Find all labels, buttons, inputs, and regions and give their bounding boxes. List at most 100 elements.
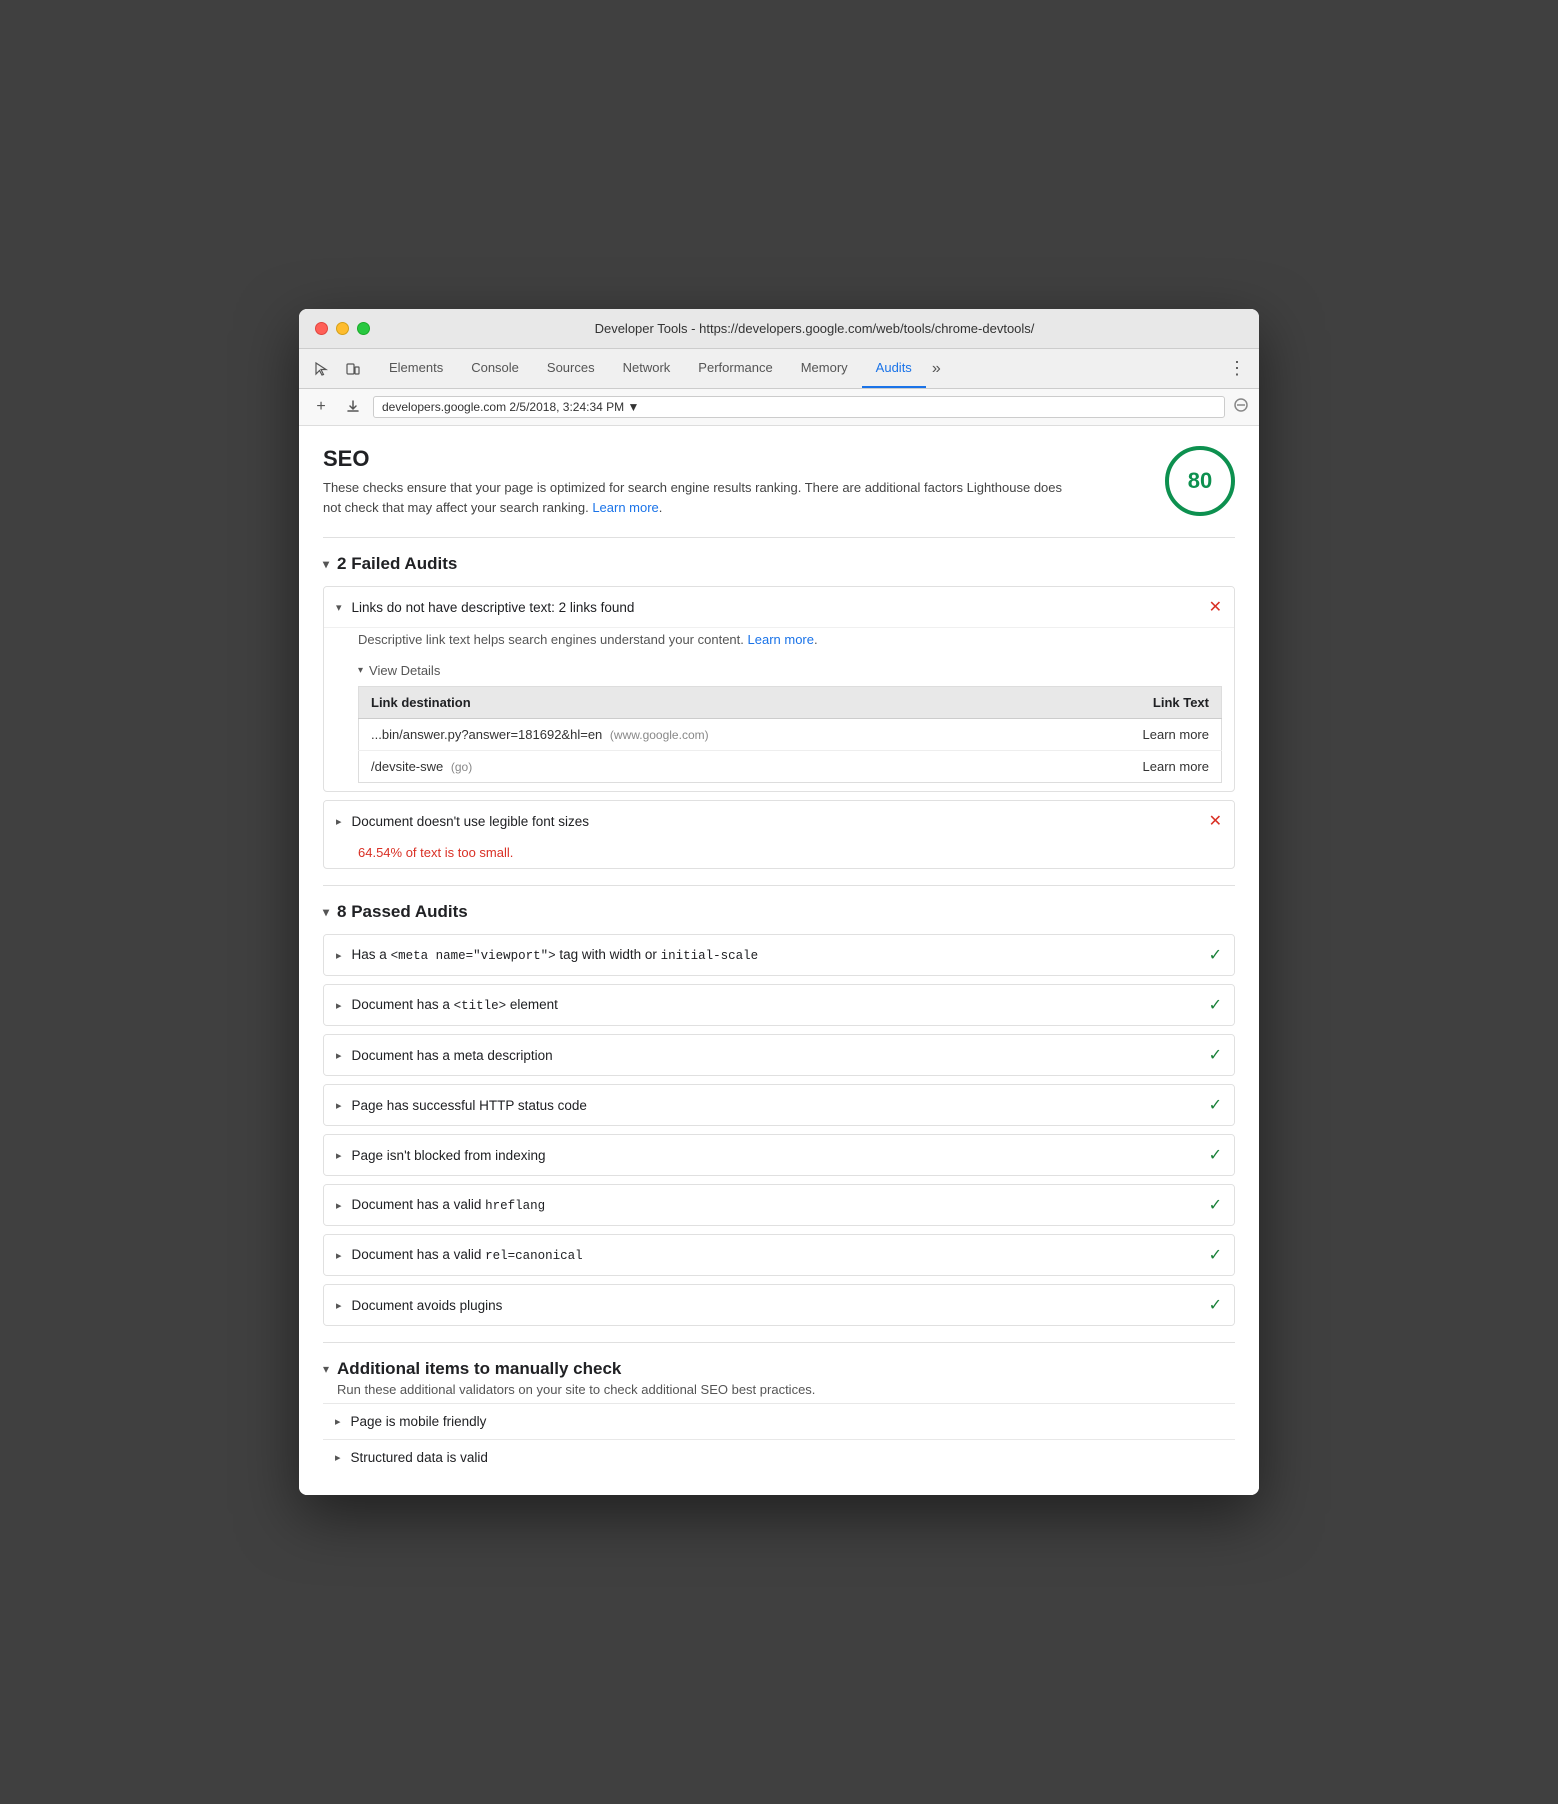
- audit-canonical-header[interactable]: ▸ Document has a valid rel=canonical ✓: [324, 1235, 1234, 1275]
- more-tabs-button[interactable]: »: [926, 360, 947, 378]
- new-audit-button[interactable]: +: [309, 395, 333, 419]
- audit-font-size-fail-icon: ✕: [1209, 811, 1222, 831]
- toolbar-icons: [307, 355, 367, 383]
- audit-item-canonical: ▸ Document has a valid rel=canonical ✓: [323, 1234, 1235, 1276]
- device-toggle-button[interactable]: [339, 355, 367, 383]
- audit-indexing-pass-icon: ✓: [1209, 1145, 1222, 1165]
- links-table: Link destination Link Text ...bin/answer…: [358, 686, 1222, 783]
- audit-plugins-title: Document avoids plugins: [352, 1298, 1209, 1313]
- audit-plugins-header[interactable]: ▸ Document avoids plugins ✓: [324, 1285, 1234, 1325]
- audit-http-status-title: Page has successful HTTP status code: [352, 1098, 1209, 1113]
- audit-indexing-header[interactable]: ▸ Page isn't blocked from indexing ✓: [324, 1135, 1234, 1175]
- no-symbol-icon: [1233, 397, 1249, 418]
- seo-score-value: 80: [1188, 468, 1212, 494]
- seo-info: SEO These checks ensure that your page i…: [323, 446, 1083, 517]
- audit-hreflang-pass-icon: ✓: [1209, 1195, 1222, 1215]
- divider-1: [323, 537, 1235, 538]
- device-icon: [345, 361, 361, 377]
- minimize-button[interactable]: [336, 322, 349, 335]
- seo-header: SEO These checks ensure that your page i…: [323, 446, 1235, 517]
- tab-elements[interactable]: Elements: [375, 349, 457, 388]
- address-field[interactable]: developers.google.com 2/5/2018, 3:24:34 …: [373, 396, 1225, 418]
- table-row: ...bin/answer.py?answer=181692&hl=en (ww…: [359, 719, 1222, 751]
- audit-http-status-chevron: ▸: [336, 1099, 342, 1112]
- mobile-friendly-chevron: ▸: [335, 1415, 341, 1428]
- audit-hreflang-header[interactable]: ▸ Document has a valid hreflang ✓: [324, 1185, 1234, 1225]
- audit-meta-desc-header[interactable]: ▸ Document has a meta description ✓: [324, 1035, 1234, 1075]
- failed-audits-heading: 2 Failed Audits: [337, 554, 457, 574]
- tab-sources[interactable]: Sources: [533, 349, 609, 388]
- passed-audits-header[interactable]: ▾ 8 Passed Audits: [323, 902, 1235, 922]
- cursor-icon-button[interactable]: [307, 355, 335, 383]
- additional-chevron: ▾: [323, 1362, 329, 1376]
- mobile-friendly-title: Page is mobile friendly: [351, 1414, 487, 1429]
- audit-viewport-header[interactable]: ▸ Has a <meta name="viewport"> tag with …: [324, 935, 1234, 975]
- failed-audits-header[interactable]: ▾ 2 Failed Audits: [323, 554, 1235, 574]
- audit-item-links-text: ▾ Links do not have descriptive text: 2 …: [323, 586, 1235, 792]
- audit-links-text-body: Descriptive link text helps search engin…: [324, 627, 1234, 659]
- additional-item-structured-data[interactable]: ▸ Structured data is valid: [323, 1439, 1235, 1475]
- table-col2-header: Link Text: [1048, 687, 1221, 719]
- devtools-window: Developer Tools - https://developers.goo…: [299, 309, 1259, 1495]
- audit-canonical-pass-icon: ✓: [1209, 1245, 1222, 1265]
- passed-audits-heading: 8 Passed Audits: [337, 902, 468, 922]
- audit-links-text-chevron: ▾: [336, 601, 342, 614]
- table-cell-dest-1: ...bin/answer.py?answer=181692&hl=en (ww…: [359, 719, 1049, 751]
- audit-meta-desc-pass-icon: ✓: [1209, 1045, 1222, 1065]
- passed-audits-chevron: ▾: [323, 905, 329, 919]
- audit-font-size-title: Document doesn't use legible font sizes: [352, 814, 1209, 829]
- table-col1-header: Link destination: [359, 687, 1049, 719]
- traffic-lights: [315, 322, 370, 335]
- download-icon: [345, 399, 361, 415]
- titlebar: Developer Tools - https://developers.goo…: [299, 309, 1259, 349]
- audit-title-title: Document has a <title> element: [352, 997, 1209, 1013]
- address-bar: + developers.google.com 2/5/2018, 3:24:3…: [299, 389, 1259, 426]
- audit-http-status-header[interactable]: ▸ Page has successful HTTP status code ✓: [324, 1085, 1234, 1125]
- audit-canonical-chevron: ▸: [336, 1249, 342, 1262]
- tab-memory[interactable]: Memory: [787, 349, 862, 388]
- audit-font-size-chevron: ▸: [336, 815, 342, 828]
- maximize-button[interactable]: [357, 322, 370, 335]
- tab-performance[interactable]: Performance: [684, 349, 786, 388]
- seo-title: SEO: [323, 446, 1083, 472]
- view-details-section: ▾ View Details Link destination Link Tex…: [324, 659, 1234, 791]
- audit-item-font-size-header[interactable]: ▸ Document doesn't use legible font size…: [324, 801, 1234, 841]
- audit-links-text-fail-icon: ✕: [1209, 597, 1222, 617]
- view-details-toggle[interactable]: ▾ View Details: [358, 663, 1222, 678]
- cursor-icon: [313, 361, 329, 377]
- tabs-container: Elements Console Sources Network Perform…: [375, 349, 1223, 388]
- additional-section: ▾ Additional items to manually check Run…: [323, 1359, 1235, 1475]
- clear-icon: [1233, 397, 1249, 413]
- audit-item-meta-desc: ▸ Document has a meta description ✓: [323, 1034, 1235, 1076]
- seo-description: These checks ensure that your page is op…: [323, 478, 1083, 517]
- window-title: Developer Tools - https://developers.goo…: [386, 321, 1243, 336]
- tab-audits[interactable]: Audits: [862, 349, 926, 388]
- audit-item-links-text-header[interactable]: ▾ Links do not have descriptive text: 2 …: [324, 587, 1234, 627]
- audit-plugins-pass-icon: ✓: [1209, 1295, 1222, 1315]
- divider-2: [323, 885, 1235, 886]
- tab-console[interactable]: Console: [457, 349, 533, 388]
- additional-header-text: Additional items to manually check Run t…: [337, 1359, 815, 1397]
- table-cell-linktext-2: Learn more: [1048, 751, 1221, 783]
- audit-title-pass-icon: ✓: [1209, 995, 1222, 1015]
- audit-title-header[interactable]: ▸ Document has a <title> element ✓: [324, 985, 1234, 1025]
- audit-item-plugins: ▸ Document avoids plugins ✓: [323, 1284, 1235, 1326]
- audit-indexing-chevron: ▸: [336, 1149, 342, 1162]
- additional-item-mobile-friendly[interactable]: ▸ Page is mobile friendly: [323, 1403, 1235, 1439]
- audit-title-chevron: ▸: [336, 999, 342, 1012]
- audit-links-text-learn-more[interactable]: Learn more: [748, 632, 814, 647]
- devtools-menu-button[interactable]: ⋮: [1223, 355, 1251, 383]
- additional-heading: Additional items to manually check: [337, 1359, 815, 1379]
- close-button[interactable]: [315, 322, 328, 335]
- audit-viewport-pass-icon: ✓: [1209, 945, 1222, 965]
- audit-http-status-pass-icon: ✓: [1209, 1095, 1222, 1115]
- audit-item-hreflang: ▸ Document has a valid hreflang ✓: [323, 1184, 1235, 1226]
- audit-viewport-chevron: ▸: [336, 949, 342, 962]
- audit-hreflang-title: Document has a valid hreflang: [352, 1197, 1209, 1213]
- table-cell-linktext-1: Learn more: [1048, 719, 1221, 751]
- table-cell-dest-2: /devsite-swe (go): [359, 751, 1049, 783]
- seo-learn-more-link[interactable]: Learn more: [592, 500, 658, 515]
- additional-header[interactable]: ▾ Additional items to manually check Run…: [323, 1359, 1235, 1397]
- tab-network[interactable]: Network: [609, 349, 685, 388]
- download-button[interactable]: [341, 395, 365, 419]
